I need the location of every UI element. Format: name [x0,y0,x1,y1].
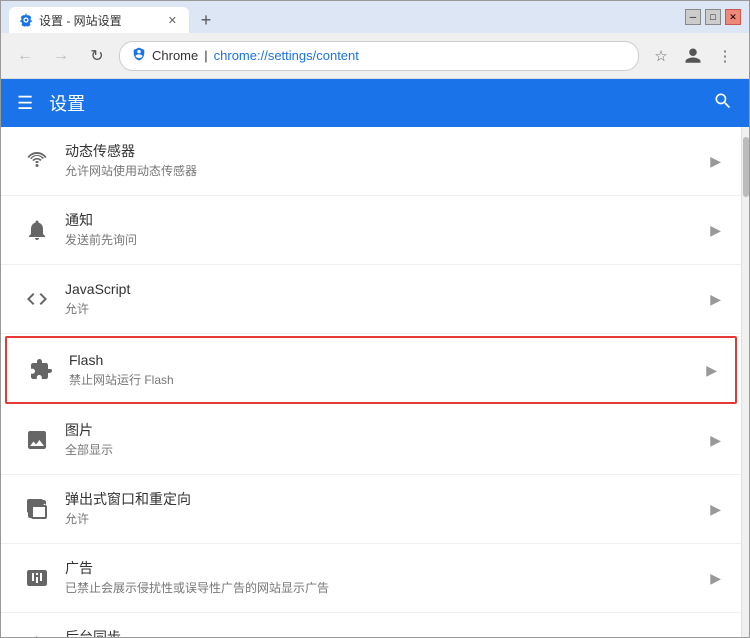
notifications-text: 通知 发送前先询问 [57,211,702,249]
new-tab-button[interactable]: + [193,7,219,33]
flash-arrow: ▶ [706,362,717,379]
sync-icon [17,627,57,637]
bookmark-button[interactable]: ☆ [647,42,675,70]
ads-title: 广告 [65,559,702,579]
ads-subtitle: 已禁止会展示侵扰性或误导性广告的网站显示广告 [65,580,702,597]
flash-icon [21,350,61,390]
motion-sensor-icon [17,141,57,181]
images-title: 图片 [65,421,702,441]
list-item[interactable]: 弹出式窗口和重定向 允许 ▶ [1,475,741,544]
content-area: 动态传感器 允许网站使用动态传感器 ▶ 通知 发送前先询问 ▶ [1,127,749,637]
tab-title: 设置 - 网站设置 [39,12,122,29]
images-icon [17,420,57,460]
javascript-title: JavaScript [65,280,702,300]
popups-arrow: ▶ [710,501,721,518]
flash-list-item[interactable]: Flash 禁止网站运行 Flash ▶ [5,336,737,404]
list-item[interactable]: 通知 发送前先询问 ▶ [1,196,741,265]
popups-subtitle: 允许 [65,511,702,528]
active-tab[interactable]: 设置 - 网站设置 ✕ [9,7,189,33]
motion-sensor-arrow: ▶ [710,153,721,170]
scrollbar[interactable] [741,127,749,637]
list-item[interactable]: JavaScript 允许 ▶ [1,265,741,334]
list-item[interactable]: 图片 全部显示 ▶ [1,406,741,475]
back-button[interactable]: ← [11,42,39,70]
motion-sensor-text: 动态传感器 允许网站使用动态传感器 [57,142,702,180]
title-bar-tabs: 设置 - 网站设置 ✕ + [9,1,685,33]
javascript-text: JavaScript 允许 [57,280,702,318]
list-item[interactable]: 后台同步 允许最近关闭的网站完成数据收发操作 ▶ [1,613,741,637]
window-controls: ─ □ ✕ [685,9,741,25]
sync-text: 后台同步 允许最近关闭的网站完成数据收发操作 [57,628,702,637]
ads-arrow: ▶ [710,570,721,587]
close-button[interactable]: ✕ [725,9,741,25]
app-title: 设置 [49,90,85,116]
popups-text: 弹出式窗口和重定向 允许 [57,490,702,528]
popups-title: 弹出式窗口和重定向 [65,490,702,510]
address-input[interactable]: Chrome | chrome://settings/content [119,41,639,71]
refresh-button[interactable]: ↻ [83,42,111,70]
notifications-subtitle: 发送前先询问 [65,232,702,249]
minimize-button[interactable]: ─ [685,9,701,25]
list-item[interactable]: 广告 已禁止会展示侵扰性或误导性广告的网站显示广告 ▶ [1,544,741,613]
search-button[interactable] [713,91,733,116]
flash-text: Flash 禁止网站运行 Flash [61,351,698,389]
main-content: 动态传感器 允许网站使用动态传感器 ▶ 通知 发送前先询问 ▶ [1,127,741,637]
motion-sensor-subtitle: 允许网站使用动态传感器 [65,163,702,180]
flash-subtitle: 禁止网站运行 Flash [69,372,698,389]
notifications-arrow: ▶ [710,222,721,239]
window-frame: 设置 - 网站设置 ✕ + ─ □ ✕ ← → ↻ Chrome | chrom… [0,0,750,638]
hamburger-menu-button[interactable]: ☰ [17,93,33,114]
notifications-icon [17,210,57,250]
secure-icon [132,47,146,64]
images-subtitle: 全部显示 [65,442,702,459]
forward-button[interactable]: → [47,42,75,70]
account-button[interactable] [679,42,707,70]
url-main: chrome://settings/content [214,48,359,63]
javascript-icon [17,279,57,319]
popups-icon [17,489,57,529]
javascript-arrow: ▶ [710,291,721,308]
ads-icon [17,558,57,598]
javascript-subtitle: 允许 [65,301,702,318]
motion-sensor-title: 动态传感器 [65,142,702,162]
sync-title: 后台同步 [65,628,702,637]
app-header: ☰ 设置 [1,79,749,127]
maximize-button[interactable]: □ [705,9,721,25]
tab-favicon-icon [19,13,33,27]
url-prefix: Chrome [152,48,198,63]
images-arrow: ▶ [710,432,721,449]
title-bar: 设置 - 网站设置 ✕ + ─ □ ✕ [1,1,749,33]
address-right-buttons: ☆ ⋮ [647,42,739,70]
url-separator: | [204,48,207,63]
notifications-title: 通知 [65,211,702,231]
menu-button[interactable]: ⋮ [711,42,739,70]
list-item[interactable]: 动态传感器 允许网站使用动态传感器 ▶ [1,127,741,196]
ads-text: 广告 已禁止会展示侵扰性或误导性广告的网站显示广告 [57,559,702,597]
tab-close-button[interactable]: ✕ [166,12,179,29]
scrollbar-thumb[interactable] [743,137,749,197]
images-text: 图片 全部显示 [57,421,702,459]
flash-title: Flash [69,351,698,371]
address-bar: ← → ↻ Chrome | chrome://settings/content… [1,33,749,79]
